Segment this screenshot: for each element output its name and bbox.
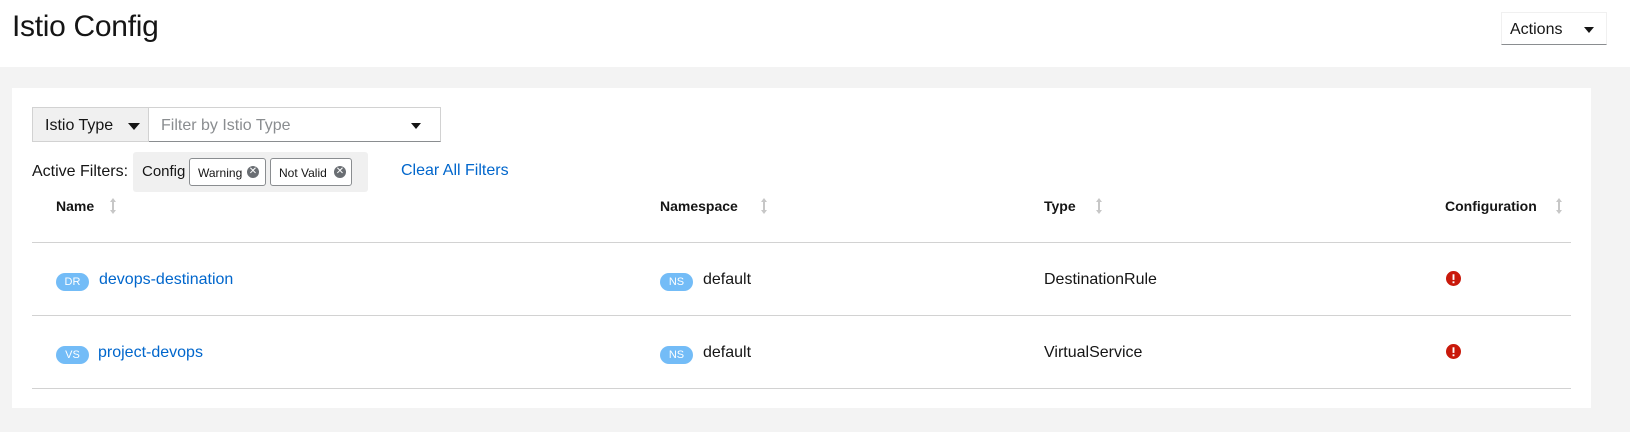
table-divider	[32, 315, 1571, 316]
config-name-link[interactable]: project-devops	[98, 344, 203, 362]
actions-dropdown[interactable]: Actions	[1501, 12, 1607, 45]
sort-icon[interactable]	[759, 197, 769, 215]
table-divider	[32, 242, 1571, 243]
caret-down-icon	[128, 123, 140, 130]
clear-all-filters-link[interactable]: Clear All Filters	[401, 162, 509, 180]
caret-down-icon[interactable]	[411, 123, 421, 129]
error-icon[interactable]	[1446, 344, 1461, 359]
filter-chip-not-valid: Not Valid ✕	[270, 158, 352, 186]
active-filters-label: Active Filters:	[32, 163, 129, 180]
chip-group-label: Config	[142, 163, 186, 180]
filter-by-istio-type-input[interactable]: Filter by Istio Type	[149, 107, 441, 142]
namespace-value: default	[703, 271, 752, 288]
filter-chip-group: Config Warning ✕ Not Valid ✕	[133, 152, 368, 192]
filter-chip-warning: Warning ✕	[189, 158, 266, 186]
chip-label: Warning	[198, 166, 243, 180]
type-value: VirtualService	[1044, 344, 1143, 361]
page-header: Istio Config Actions	[0, 0, 1630, 67]
filter-placeholder: Filter by Istio Type	[161, 117, 291, 134]
sort-icon[interactable]	[1094, 197, 1104, 215]
caret-down-icon	[1584, 27, 1594, 33]
close-icon[interactable]: ✕	[247, 166, 259, 178]
table-divider	[32, 388, 1571, 389]
chip-label: Not Valid	[279, 166, 327, 180]
column-header-name[interactable]: Name	[56, 198, 94, 214]
type-value: DestinationRule	[1044, 271, 1157, 288]
namespace-badge: NS	[660, 273, 693, 291]
column-header-type[interactable]: Type	[1044, 198, 1076, 214]
close-icon[interactable]: ✕	[334, 166, 346, 178]
config-name-link[interactable]: devops-destination	[99, 271, 233, 289]
istio-type-select[interactable]: Istio Type	[32, 107, 149, 142]
error-icon[interactable]	[1446, 271, 1461, 286]
namespace-value: default	[703, 344, 752, 361]
column-header-namespace[interactable]: Namespace	[660, 198, 738, 214]
sort-icon[interactable]	[1554, 197, 1564, 215]
page-title: Istio Config	[12, 10, 159, 43]
actions-label: Actions	[1510, 21, 1563, 38]
column-header-configuration[interactable]: Configuration	[1445, 198, 1537, 214]
istio-type-select-label: Istio Type	[45, 117, 114, 134]
namespace-badge: NS	[660, 346, 693, 364]
istio-config-card: Istio Type Filter by Istio Type Active F…	[12, 88, 1591, 408]
sort-icon[interactable]	[108, 197, 118, 215]
destination-rule-badge: DR	[56, 273, 89, 291]
virtual-service-badge: VS	[56, 346, 89, 364]
